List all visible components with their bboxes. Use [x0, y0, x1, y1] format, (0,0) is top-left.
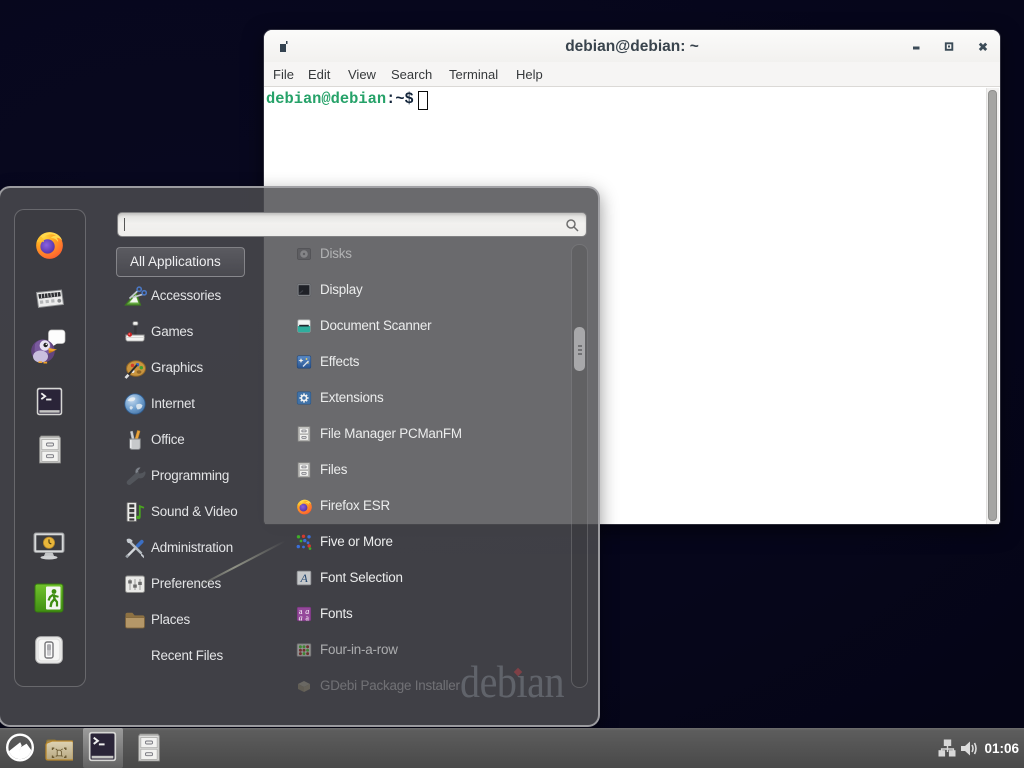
svg-text:a: a [299, 614, 303, 622]
svg-text:a: a [305, 614, 309, 622]
svg-text:A: A [300, 571, 309, 585]
